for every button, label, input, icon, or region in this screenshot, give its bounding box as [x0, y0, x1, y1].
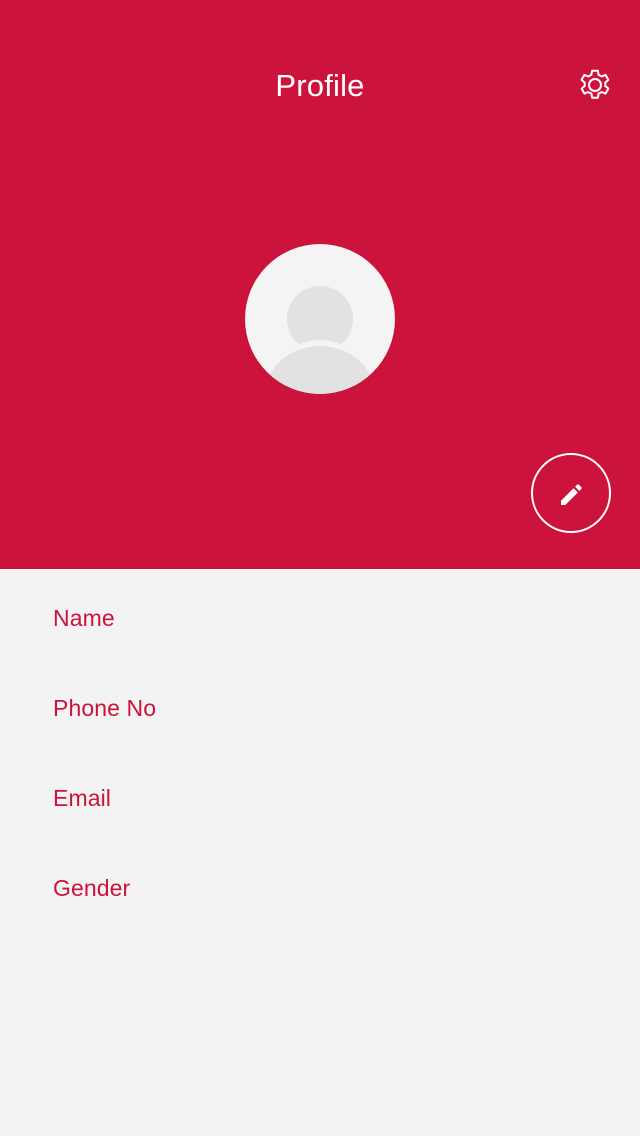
avatar[interactable] — [245, 244, 395, 394]
name-field-label[interactable]: Name — [53, 596, 613, 640]
phone-field-label[interactable]: Phone No — [53, 686, 613, 730]
gender-field-label[interactable]: Gender — [53, 866, 613, 910]
profile-fields: Name Phone No Email Gender — [0, 569, 640, 1136]
email-field-label[interactable]: Email — [53, 776, 613, 820]
gear-outline — [580, 69, 610, 99]
pencil-shape — [561, 484, 582, 505]
profile-screen: Profile Name Phone No Email Gender — [0, 0, 640, 1136]
avatar-body-silhouette — [265, 340, 375, 394]
settings-button[interactable] — [575, 65, 615, 105]
page-title: Profile — [275, 68, 365, 103]
pencil-icon — [561, 484, 582, 505]
edit-profile-button[interactable] — [531, 453, 611, 533]
profile-header: Profile — [0, 0, 640, 569]
gear-icon[interactable] — [578, 68, 612, 102]
gear-center — [588, 78, 602, 92]
